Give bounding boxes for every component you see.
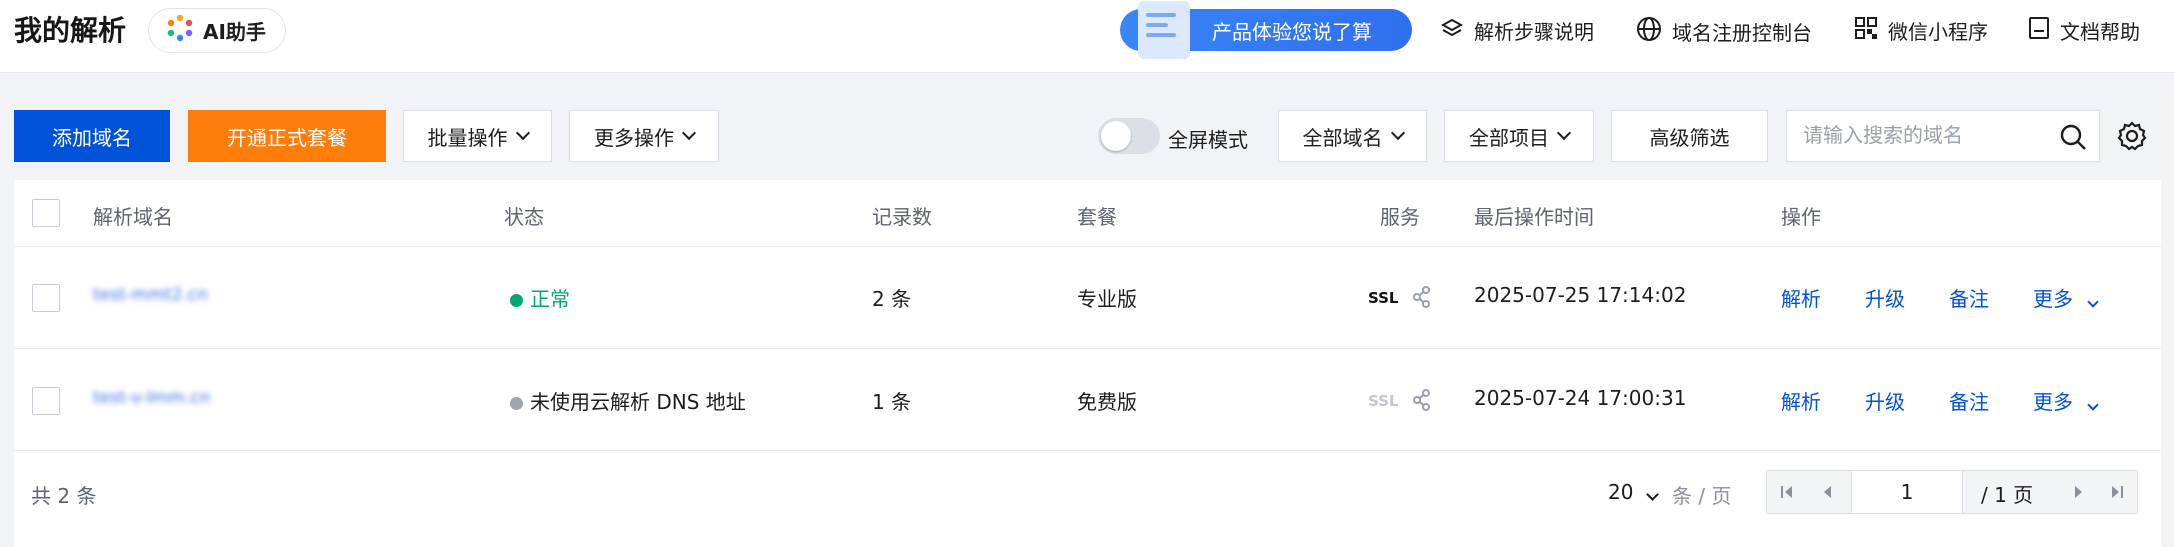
all-domains-dropdown[interactable]: 全部域名 <box>1278 110 1427 162</box>
ssl-icon[interactable]: SSL <box>1368 392 1399 410</box>
record-count: 2 条 <box>872 287 912 311</box>
qrcode-icon <box>1854 16 1878 45</box>
page-number-input[interactable]: 1 <box>1851 471 1963 513</box>
pagination: 1 / 1 页 <box>1766 470 2138 514</box>
promo-label: 产品体验您说了算 <box>1212 19 1372 44</box>
header-link-label: 域名注册控制台 <box>1672 21 1812 45</box>
chevron-down-icon <box>2087 296 2100 308</box>
page-size-value: 20 <box>1608 480 1634 504</box>
all-domains-label: 全部域名 <box>1302 125 1383 150</box>
last-op-time: 2025-07-25 17:14:02 <box>1474 283 1687 307</box>
last-page-button[interactable] <box>2097 471 2137 513</box>
column-header-plan: 套餐 <box>1077 205 1117 229</box>
status-dot-icon <box>510 294 523 307</box>
first-page-button[interactable] <box>1767 471 1807 513</box>
more-actions-dropdown[interactable]: 更多 <box>2033 283 2100 312</box>
row-checkbox[interactable] <box>32 387 60 415</box>
upgrade-link[interactable]: 升级 <box>1865 386 1905 415</box>
table-row: test-mmt2.cn 正常 2 条 专业版 SSL 2025-07-25 1… <box>14 247 2161 349</box>
chevron-down-icon <box>1645 488 1659 501</box>
fullscreen-toggle[interactable] <box>1098 118 1160 154</box>
more-label: 更多 <box>2033 287 2073 311</box>
row-checkbox[interactable] <box>32 284 60 312</box>
note-link[interactable]: 备注 <box>1949 386 1989 415</box>
header-link-miniprogram[interactable]: 微信小程序 <box>1854 16 1988 45</box>
domain-search-box <box>1786 110 2100 162</box>
status-dot-icon <box>510 397 523 410</box>
add-domain-button[interactable]: 添加域名 <box>14 110 170 162</box>
status-text: 未使用云解析 DNS 地址 <box>530 390 746 414</box>
header-link-registrar[interactable]: 域名注册控制台 <box>1636 16 1812 47</box>
layers-icon <box>1440 16 1464 45</box>
share-nodes-icon[interactable] <box>1412 389 1432 415</box>
page-title: 我的解析 <box>14 14 127 47</box>
chevron-down-icon <box>2087 399 2100 411</box>
note-link[interactable]: 备注 <box>1949 283 1989 312</box>
all-projects-label: 全部项目 <box>1469 125 1549 150</box>
batch-ops-label: 批量操作 <box>427 125 508 150</box>
ai-logo-icon <box>165 13 195 48</box>
chevron-down-icon <box>1556 125 1572 141</box>
chevron-down-icon <box>1390 125 1405 141</box>
resolve-link[interactable]: 解析 <box>1781 386 1821 415</box>
prev-page-button[interactable] <box>1807 471 1847 513</box>
ai-assistant-button[interactable]: AI助手 <box>148 8 286 53</box>
last-op-time: 2025-07-24 17:00:31 <box>1474 386 1687 410</box>
page-size-select[interactable]: 20 <box>1608 480 1659 504</box>
domain-link[interactable]: test-mmt2.cn <box>93 285 208 305</box>
column-header-domain: 解析域名 <box>93 205 173 229</box>
batch-ops-dropdown[interactable]: 批量操作 <box>403 110 552 162</box>
table-row: test-v-lmm.cn 未使用云解析 DNS 地址 1 条 免费版 SSL … <box>14 349 2161 451</box>
status-badge: 未使用云解析 DNS 地址 <box>510 386 746 415</box>
plan-name: 免费版 <box>1077 390 1137 414</box>
gear-icon[interactable] <box>2117 121 2147 155</box>
document-icon <box>2028 16 2050 45</box>
chevron-down-icon <box>681 125 697 141</box>
record-count: 1 条 <box>872 390 912 414</box>
select-all-checkbox[interactable] <box>32 199 60 227</box>
resolve-link[interactable]: 解析 <box>1781 283 1821 312</box>
status-text: 正常 <box>530 287 570 311</box>
survey-doc-icon <box>1138 1 1190 59</box>
upgrade-link[interactable]: 升级 <box>1865 283 1905 312</box>
column-header-actions: 操作 <box>1781 205 1821 229</box>
header-link-docs[interactable]: 文档帮助 <box>2028 16 2140 45</box>
ssl-icon[interactable]: SSL <box>1368 289 1399 307</box>
advanced-filter-button[interactable]: 高级筛选 <box>1611 110 1768 162</box>
table-header-row: 解析域名 状态 记录数 套餐 服务 最后操作时间 操作 <box>14 180 2161 247</box>
column-header-status: 状态 <box>504 205 544 229</box>
globe-icon <box>1636 16 1662 47</box>
all-projects-dropdown[interactable]: 全部项目 <box>1444 110 1594 162</box>
fullscreen-label: 全屏模式 <box>1168 128 1248 152</box>
header-link-steps[interactable]: 解析步骤说明 <box>1440 16 1594 45</box>
total-pages: / 1 页 <box>1981 483 2034 507</box>
header-link-label: 微信小程序 <box>1888 20 1988 44</box>
header-link-label: 文档帮助 <box>2060 20 2140 44</box>
column-header-records: 记录数 <box>872 205 932 229</box>
domain-link[interactable]: test-v-lmm.cn <box>93 388 210 408</box>
total-count: 共 2 条 <box>31 484 97 508</box>
more-label: 更多 <box>2033 390 2073 414</box>
more-ops-label: 更多操作 <box>594 125 674 150</box>
open-plan-button[interactable]: 开通正式套餐 <box>188 110 386 162</box>
column-header-service: 服务 <box>1380 205 1420 229</box>
feedback-promo-button[interactable]: 产品体验您说了算 <box>1120 1 1412 59</box>
header-link-label: 解析步骤说明 <box>1474 20 1594 44</box>
search-icon[interactable] <box>2059 123 2087 155</box>
plan-name: 专业版 <box>1077 287 1137 311</box>
search-input[interactable] <box>1787 111 2037 159</box>
share-nodes-icon[interactable] <box>1412 286 1432 312</box>
chevron-down-icon <box>515 125 530 141</box>
status-badge: 正常 <box>510 283 570 312</box>
column-header-last-op-time: 最后操作时间 <box>1474 205 1594 229</box>
next-page-button[interactable] <box>2059 471 2099 513</box>
top-header: 我的解析 AI助手 产品体验您说了算 解析步骤说明 域名注册控制台 微信小程序 … <box>0 0 2174 73</box>
more-ops-dropdown[interactable]: 更多操作 <box>569 110 719 162</box>
ai-assistant-label: AI助手 <box>203 20 266 44</box>
per-page-unit: 条 / 页 <box>1672 484 1732 508</box>
more-actions-dropdown[interactable]: 更多 <box>2033 386 2100 415</box>
